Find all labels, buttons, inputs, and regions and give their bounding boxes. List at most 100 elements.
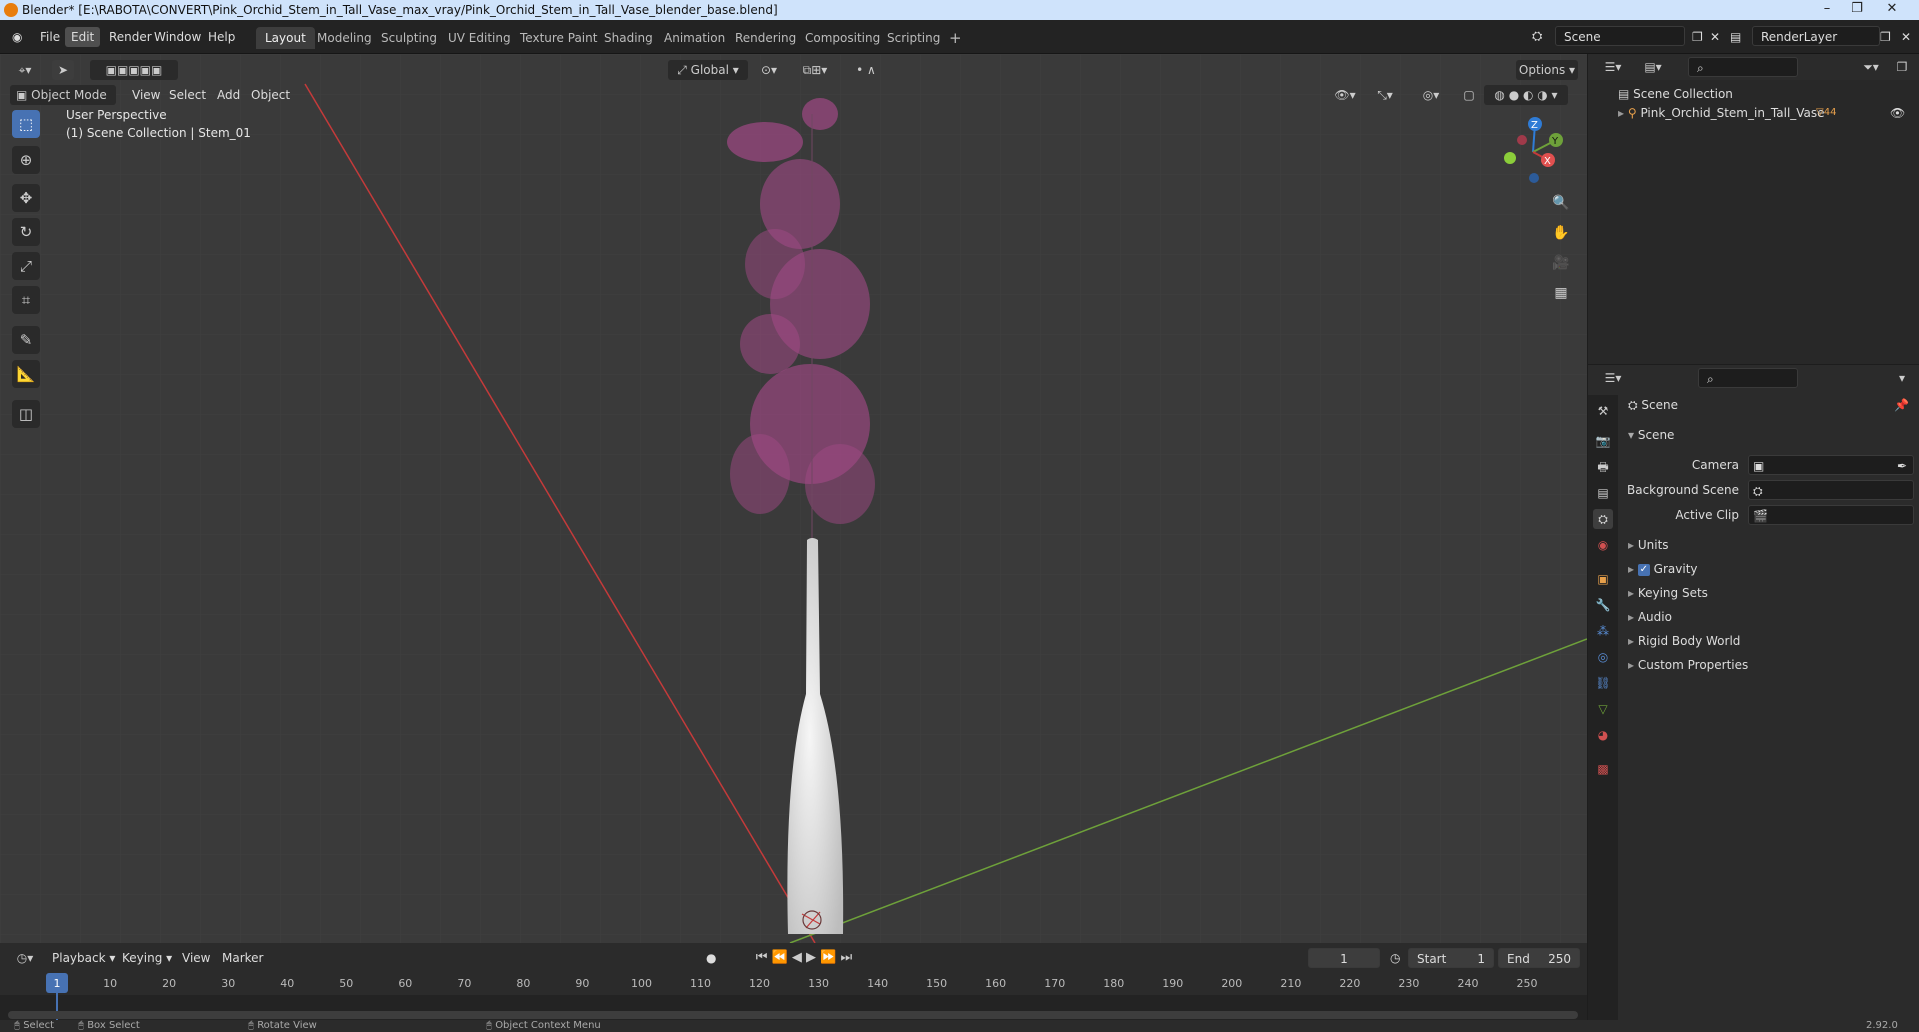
- tab-rendering[interactable]: Rendering: [726, 27, 805, 49]
- transform-tool-icon[interactable]: ⌗: [12, 286, 40, 314]
- new-collection-icon[interactable]: ❐: [1892, 57, 1912, 77]
- preview-range-icon[interactable]: ◷: [1384, 948, 1406, 968]
- playback-controls[interactable]: ⏮ ⏪ ◀ ▶ ⏩ ⏭: [744, 948, 864, 968]
- delete-view-layer-icon[interactable]: ✕: [1895, 27, 1917, 47]
- timeline-editor-icon[interactable]: ◷▾: [10, 948, 40, 968]
- orientation-dropdown[interactable]: ⤢ Global ▾: [668, 60, 748, 80]
- display-mode-icon[interactable]: ▤▾: [1638, 57, 1668, 77]
- navigation-gizmo[interactable]: Z Y X: [1498, 112, 1568, 192]
- tab-scripting[interactable]: Scripting: [878, 27, 949, 49]
- mode-dropdown[interactable]: ▣ Object Mode ▾: [10, 85, 116, 122]
- proportional-edit-icon[interactable]: • ∧: [846, 60, 886, 80]
- tab-sculpting[interactable]: Sculpting: [372, 27, 446, 49]
- visibility-eye-icon[interactable]: 👁: [1890, 104, 1905, 122]
- object-tab-icon[interactable]: ▣: [1593, 569, 1613, 589]
- timeline-menu-playback[interactable]: Playback ▾: [46, 948, 121, 968]
- visibility-icon[interactable]: 👁▾: [1330, 85, 1360, 105]
- view-layer-selector[interactable]: RenderLayer: [1752, 26, 1880, 46]
- select-box-tool-icon[interactable]: ⬚: [12, 110, 40, 138]
- view-layer-icon[interactable]: ▤: [1724, 27, 1747, 47]
- properties-options-icon[interactable]: ▾: [1892, 368, 1912, 388]
- snap-icon[interactable]: ⧉⊞▾: [790, 60, 840, 80]
- menu-window[interactable]: Window: [148, 27, 207, 47]
- pan-hand-icon[interactable]: ✋: [1548, 220, 1574, 246]
- minimize-icon[interactable]: –: [1815, 1, 1839, 19]
- mesh-data-tab-icon[interactable]: ▽: [1593, 699, 1613, 719]
- panel-custom-properties[interactable]: ▸ Custom Properties: [1622, 654, 1919, 676]
- selection-mode-buttons[interactable]: ▣▣▣▣▣: [90, 60, 178, 80]
- material-tab-icon[interactable]: ◕: [1593, 725, 1613, 745]
- annotate-tool-icon[interactable]: ✎: [12, 326, 40, 354]
- properties-search-input[interactable]: ⌕: [1698, 368, 1798, 388]
- start-frame-field[interactable]: Start 1: [1408, 948, 1494, 968]
- orthographic-toggle-icon[interactable]: ▦: [1548, 280, 1574, 306]
- record-icon[interactable]: ●: [700, 948, 722, 968]
- panel-units[interactable]: ▸ Units: [1622, 534, 1919, 556]
- background-scene-field[interactable]: ⛭: [1748, 480, 1914, 500]
- outliner-item[interactable]: ▸ ⚲ Pink_Orchid_Stem_in_Tall_Vase ▽44 👁: [1618, 104, 1918, 122]
- delete-scene-icon[interactable]: ✕: [1704, 27, 1726, 47]
- render-tab-icon[interactable]: 📷: [1593, 431, 1613, 451]
- mesh-data-icon[interactable]: ▽44: [1816, 104, 1836, 122]
- viewport-menu-add[interactable]: Add: [211, 85, 246, 105]
- scene-section-header[interactable]: ▾ Scene: [1622, 424, 1919, 446]
- camera-field[interactable]: ▣ ✒: [1748, 455, 1914, 475]
- scene-selector[interactable]: Scene: [1555, 26, 1685, 46]
- scene-tab-icon[interactable]: ⛭: [1593, 509, 1613, 529]
- panel-audio[interactable]: ▸ Audio: [1622, 606, 1919, 628]
- end-frame-field[interactable]: End 250: [1498, 948, 1580, 968]
- move-tool-icon[interactable]: ✥: [12, 184, 40, 212]
- current-frame-field[interactable]: 1: [1308, 948, 1380, 968]
- panel-gravity[interactable]: ▸ ✓ Gravity: [1622, 558, 1919, 580]
- panel-keying-sets[interactable]: ▸ Keying Sets: [1622, 582, 1919, 604]
- 3d-viewport[interactable]: ⌖▾ ➤ ▣▣▣▣▣ ⤢ Global ▾ ⊙▾ ⧉⊞▾ • ∧ Options…: [0, 54, 1587, 943]
- active-clip-field[interactable]: 🎬: [1748, 505, 1914, 525]
- timeline-scrollbar[interactable]: [8, 1011, 1578, 1019]
- filter-icon[interactable]: ⏷▾: [1856, 57, 1886, 77]
- xray-icon[interactable]: ▢: [1458, 85, 1480, 105]
- outliner-root[interactable]: ▤ Scene Collection: [1618, 85, 1733, 103]
- particles-tab-icon[interactable]: ⁂: [1593, 621, 1613, 641]
- editor-type-icon[interactable]: ⌖▾: [10, 60, 40, 80]
- new-view-layer-icon[interactable]: ❐: [1874, 27, 1897, 47]
- overlay-toggle-icon[interactable]: ◎▾: [1412, 85, 1450, 105]
- tab-shading[interactable]: Shading: [595, 27, 662, 49]
- menu-help[interactable]: Help: [202, 27, 241, 47]
- menu-file[interactable]: File: [34, 27, 66, 47]
- scale-tool-icon[interactable]: ⤢: [12, 252, 40, 280]
- select-mode-icon[interactable]: ➤: [52, 60, 74, 80]
- gravity-checkbox[interactable]: ✓: [1637, 563, 1650, 576]
- scene-icon[interactable]: ⛭: [1526, 27, 1548, 47]
- physics-tab-icon[interactable]: ◎: [1593, 647, 1613, 667]
- panel-rigid-body-world[interactable]: ▸ Rigid Body World: [1622, 630, 1919, 652]
- tab-modeling[interactable]: Modeling: [308, 27, 381, 49]
- blender-menu-icon[interactable]: ◉: [6, 27, 28, 47]
- outliner-editor-icon[interactable]: ☰▾: [1598, 57, 1628, 77]
- texture-tab-icon[interactable]: ▩: [1593, 759, 1613, 779]
- viewport-menu-object[interactable]: Object: [245, 85, 296, 105]
- cursor-tool-icon[interactable]: ⊕: [12, 146, 40, 174]
- view-layer-tab-icon[interactable]: ▤: [1593, 483, 1613, 503]
- options-dropdown[interactable]: Options ▾: [1516, 60, 1578, 80]
- output-tab-icon[interactable]: 🖶: [1593, 457, 1613, 477]
- rotate-tool-icon[interactable]: ↻: [12, 218, 40, 246]
- measure-tool-icon[interactable]: 📐: [12, 360, 40, 388]
- menu-edit[interactable]: Edit: [65, 27, 101, 47]
- add-workspace-icon[interactable]: +: [940, 27, 971, 49]
- gizmo-toggle-icon[interactable]: ⤡▾: [1366, 85, 1404, 105]
- tab-animation[interactable]: Animation: [655, 27, 734, 49]
- close-icon[interactable]: ✕: [1880, 1, 1904, 19]
- tab-texture-paint[interactable]: Texture Paint: [511, 27, 606, 49]
- zoom-icon[interactable]: 🔍: [1548, 190, 1574, 216]
- tool-tab-icon[interactable]: ⚒: [1593, 401, 1613, 421]
- maximize-icon[interactable]: ❐: [1845, 1, 1869, 19]
- constraints-tab-icon[interactable]: ⛓: [1593, 673, 1613, 693]
- viewport-menu-select[interactable]: Select: [163, 85, 212, 105]
- pin-icon[interactable]: 📌: [1894, 394, 1909, 416]
- tab-compositing[interactable]: Compositing: [796, 27, 889, 49]
- tab-layout[interactable]: Layout: [256, 27, 315, 49]
- pivot-icon[interactable]: ⊙▾: [752, 60, 786, 80]
- timeline-menu-keying[interactable]: Keying ▾: [116, 948, 178, 968]
- shading-mode-buttons[interactable]: ◍ ● ◐ ◑ ▾: [1484, 85, 1568, 105]
- properties-editor-icon[interactable]: ☰▾: [1598, 368, 1628, 388]
